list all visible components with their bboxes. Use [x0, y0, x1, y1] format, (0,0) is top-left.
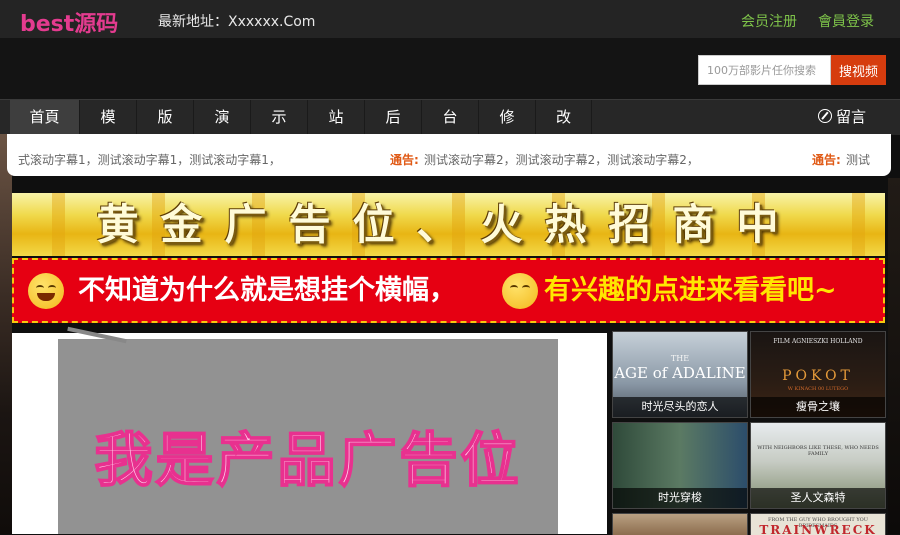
emoji-mouth — [37, 293, 55, 301]
movie-title: 瘦骨之壤 — [751, 397, 885, 417]
notice-ticker: 式滚动字幕1，测试滚动字幕1，测试滚动字幕1， 通告: 测试滚动字幕2，测试滚动… — [7, 134, 891, 176]
nav-item[interactable]: 台 — [422, 100, 479, 135]
emoji-eye — [48, 285, 56, 291]
movie-card[interactable]: THE AGE of ADALINE 时光尽头的恋人 — [612, 331, 748, 418]
nav-item-home[interactable]: 首頁 — [10, 100, 80, 135]
movie-poster-subtitle: WITH NEIGHBORS LIKE THESE, WHO NEEDS FAM… — [757, 445, 879, 457]
nav-item[interactable]: 示 — [251, 100, 308, 135]
gold-banner-text: 黄金广告位、火热招商中 — [96, 200, 801, 249]
register-link[interactable]: 会员注册 — [741, 11, 797, 31]
ticker-text: 测试滚动字幕2，测试滚动字幕2，测试滚动字幕2， — [424, 153, 699, 167]
emoji-eye — [36, 285, 44, 291]
nav-item[interactable]: 后 — [365, 100, 422, 135]
movie-poster-subtitle: FILM AGNIESZKI HOLLAND — [773, 338, 863, 345]
movie-poster-title: AGE of ADALINE — [614, 364, 746, 382]
movie-poster-title: POKOT — [782, 368, 854, 384]
thinking-emoji-icon — [502, 273, 538, 309]
movie-poster-subtitle: THE — [670, 354, 690, 363]
movie-title: 时光穿梭 — [613, 488, 747, 508]
guestbook-label: 留言 — [836, 108, 867, 126]
top-bar: best源码 最新地址：Xxxxxx.Com 会员注册 會員登录 — [0, 0, 900, 38]
red-banner-text-left: 不知道为什么就是想挂个横幅， — [78, 275, 456, 306]
red-ad-banner[interactable]: 不知道为什么就是想挂个横幅， 有兴趣的点进来看看吧~ — [12, 258, 885, 323]
red-banner-text-right: 有兴趣的点进来看看吧~ — [544, 275, 837, 306]
nav-item[interactable]: 改 — [536, 100, 592, 135]
movie-poster-release: W KINACH 00 LUTEGO — [787, 386, 849, 392]
site-logo[interactable]: best源码 — [20, 6, 118, 38]
movie-card[interactable]: WITH NEIGHBORS LIKE THESE, WHO NEEDS FAM… — [750, 422, 886, 509]
movie-poster-title: TRAINWRECK — [759, 523, 877, 535]
ticker-text: 式滚动字幕1，测试滚动字幕1，测试滚动字幕1， — [18, 153, 281, 167]
main-nav: 首頁 模 版 演 示 站 后 台 修 改 留言 — [0, 99, 900, 135]
gold-ad-banner[interactable]: 黄金广告位、火热招商中 — [12, 193, 885, 256]
nav-item[interactable]: 演 — [194, 100, 251, 135]
nav-item[interactable]: 模 — [80, 100, 137, 135]
product-ad[interactable]: 我是产品广告位 — [12, 326, 607, 534]
background-image-left — [0, 134, 12, 534]
movie-card[interactable]: FILM AGNIESZKI HOLLAND POKOT W KINACH 00… — [750, 331, 886, 418]
movie-card[interactable]: FROM THE GUY WHO BROUGHT YOU BRIDESMAIDS… — [750, 513, 886, 535]
emoji-eye — [522, 285, 530, 291]
emoji-eye — [510, 285, 518, 291]
notice-label: 通告: — [812, 153, 841, 167]
movie-title: 圣人文森特 — [751, 488, 885, 508]
laughing-emoji-icon — [28, 273, 64, 309]
latest-address: 最新地址：Xxxxxx.Com — [158, 14, 316, 30]
movie-card[interactable]: 时光穿梭 — [612, 422, 748, 509]
ticker-text: 测试 — [846, 153, 871, 167]
nav-item[interactable]: 版 — [137, 100, 194, 135]
background-image-right — [888, 178, 900, 534]
product-ad-text: 我是产品广告位 — [93, 425, 522, 495]
compass-icon — [818, 109, 832, 123]
nav-item[interactable]: 修 — [479, 100, 536, 135]
movie-card[interactable] — [612, 513, 748, 535]
search-input[interactable] — [698, 55, 831, 85]
movie-title: 时光尽头的恋人 — [613, 397, 747, 417]
search-bar: 搜视频 — [0, 38, 900, 100]
search-button[interactable]: 搜视频 — [831, 55, 886, 85]
notice-label: 通告: — [390, 153, 419, 167]
nav-item[interactable]: 站 — [308, 100, 365, 135]
login-link[interactable]: 會員登录 — [818, 11, 874, 31]
guestbook-link[interactable]: 留言 — [818, 100, 866, 135]
